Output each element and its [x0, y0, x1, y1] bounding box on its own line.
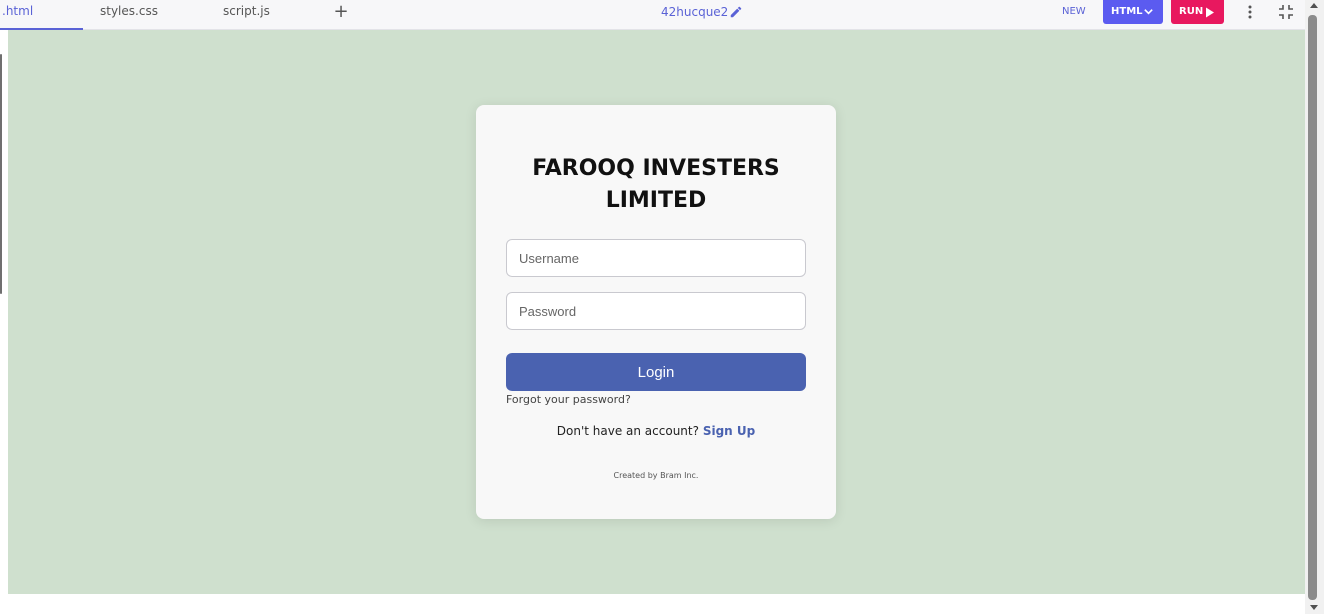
forgot-password-link[interactable]: Forgot your password?: [506, 393, 631, 406]
run-button[interactable]: RUN: [1171, 0, 1224, 24]
run-label: RUN: [1179, 6, 1204, 17]
username-input[interactable]: [506, 239, 806, 277]
new-project-link[interactable]: NEW: [1062, 0, 1086, 24]
preview-pane: FAROOQ INVESTERS LIMITED Login Forgot yo…: [8, 30, 1305, 594]
signup-link[interactable]: Sign Up: [703, 424, 755, 438]
no-account-text: Don't have an account?: [556, 424, 699, 438]
scroll-thumb[interactable]: [1308, 15, 1317, 600]
more-vertical-icon[interactable]: [1243, 4, 1257, 20]
project-name[interactable]: 42hucque2: [661, 0, 728, 24]
credit-text: Created by Bram Inc.: [613, 471, 699, 480]
play-icon: [1206, 7, 1214, 18]
tab-js[interactable]: script.js: [223, 0, 270, 30]
bottom-strip: [0, 594, 1324, 614]
editor-gutter: [0, 30, 8, 614]
scroll-up-arrow-icon[interactable]: [1310, 3, 1318, 8]
vertical-scrollbar[interactable]: [1305, 0, 1324, 614]
company-title: FAROOQ INVESTERS LIMITED: [532, 156, 780, 213]
add-tab-button[interactable]: +: [333, 3, 349, 21]
language-select-button[interactable]: HTML: [1103, 0, 1163, 24]
chevron-down-icon: [1144, 9, 1153, 15]
login-card: FAROOQ INVESTERS LIMITED Login Forgot yo…: [476, 105, 836, 519]
editor-toolbar: .html styles.css script.js + 42hucque2 N…: [0, 0, 1324, 30]
scroll-down-arrow-icon[interactable]: [1310, 605, 1318, 610]
signup-prompt: Don't have an account? Sign Up: [476, 424, 836, 438]
tab-css[interactable]: styles.css: [100, 0, 158, 30]
gutter-marker: [0, 54, 2, 294]
collapse-icon[interactable]: [1279, 5, 1293, 19]
tab-html[interactable]: .html: [0, 0, 83, 30]
password-input[interactable]: [506, 292, 806, 330]
language-label: HTML: [1111, 6, 1143, 17]
login-button[interactable]: Login: [506, 353, 806, 391]
pencil-icon[interactable]: [729, 5, 743, 19]
